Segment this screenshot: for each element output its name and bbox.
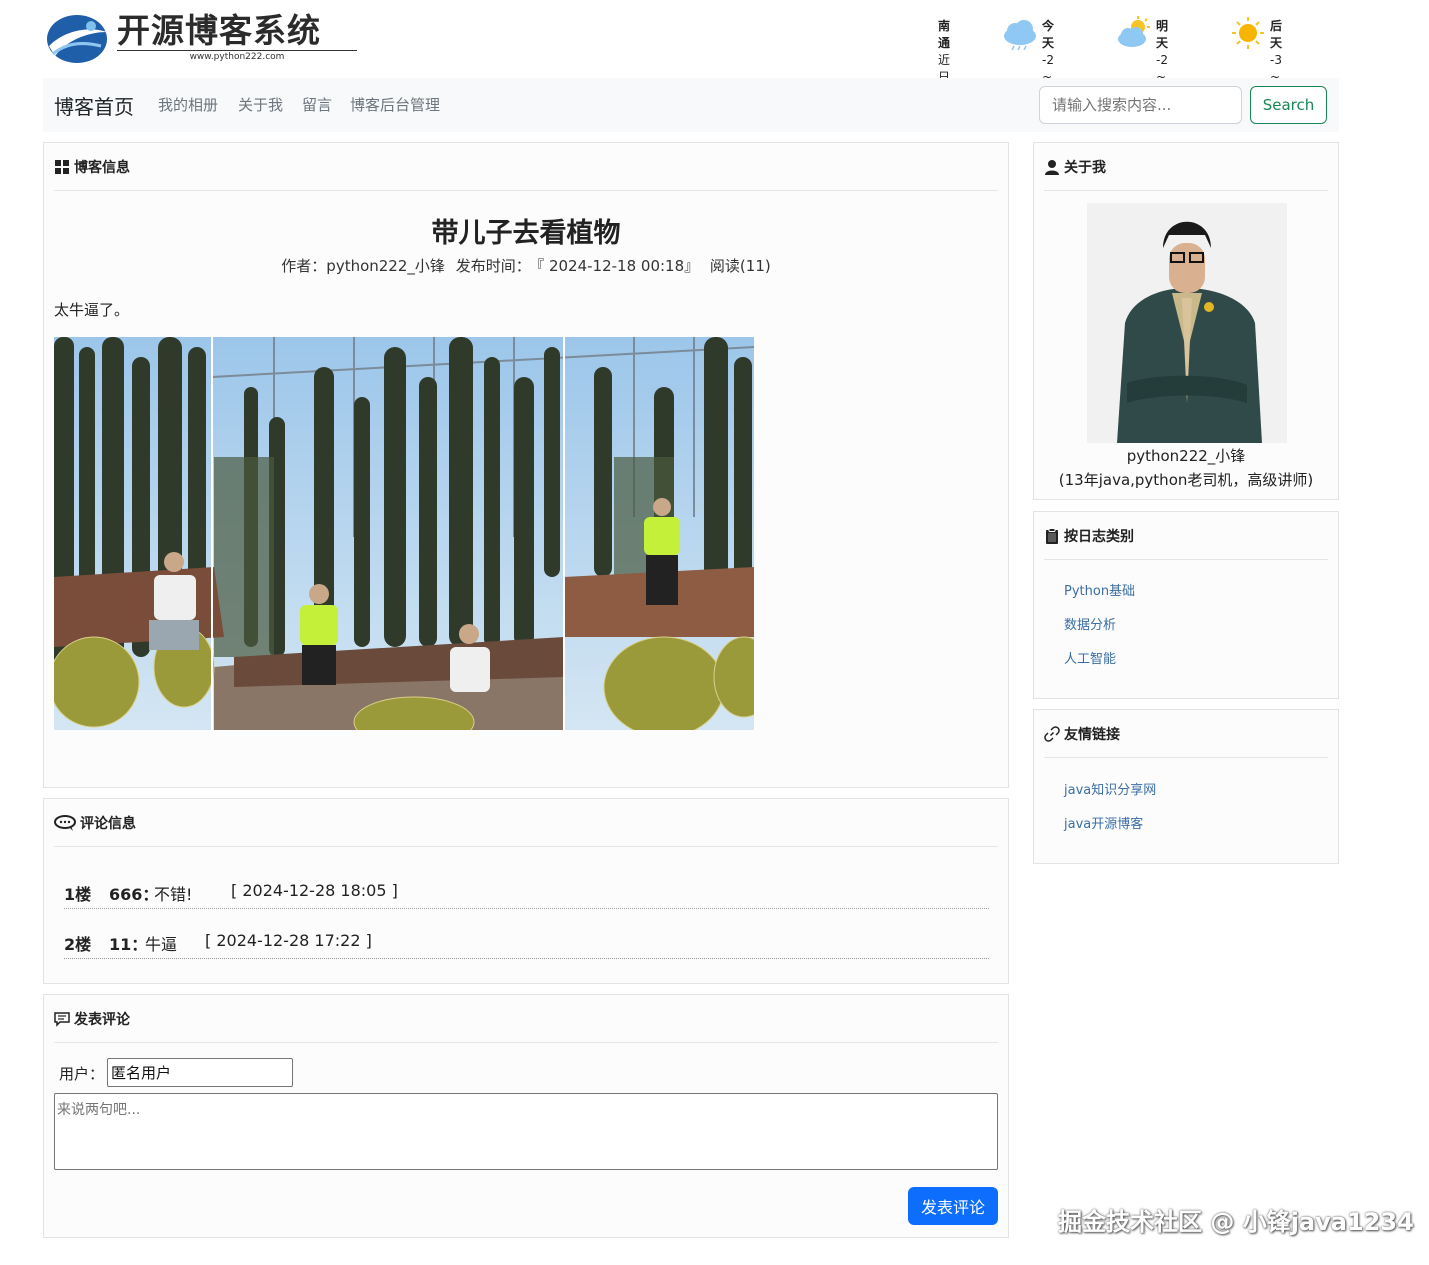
time-label: 发布时间： <box>455 257 531 275</box>
comment-text: 不错! <box>154 885 193 904</box>
cloudy-icon <box>1004 20 1036 50</box>
nav-link-admin[interactable]: 博客后台管理 <box>350 94 440 115</box>
logo-text: 开源博客系统 <box>117 11 321 50</box>
comment-floor: 1楼 <box>64 885 92 904</box>
article-photo <box>54 337 754 730</box>
nav-link-about[interactable]: 关于我 <box>238 94 283 115</box>
comments-panel: 评论信息 1楼 666： 不错! [ 2024-12-28 18:05 ] 2楼… <box>43 798 1009 984</box>
search-input[interactable] <box>1039 86 1242 124</box>
categories-panel: 按日志类别 Python基础 数据分析 人工智能 <box>1033 511 1339 699</box>
comment-user: 666： <box>109 885 159 904</box>
submit-comment-button[interactable]: 发表评论 <box>908 1187 998 1225</box>
post-comment-panel-title: 发表评论 <box>74 1012 130 1028</box>
comments-panel-header: 评论信息 <box>54 799 998 847</box>
article-time: 『 2024-12-18 00:18』 <box>536 257 700 275</box>
about-panel-header: 关于我 <box>1044 143 1328 191</box>
author-avatar <box>1087 203 1287 443</box>
search-button[interactable]: Search <box>1250 86 1327 124</box>
partly-cloudy-icon <box>1118 16 1150 47</box>
article-panel-header: 博客信息 <box>54 143 998 191</box>
comment-row: 2楼 11： 牛逼 [ 2024-12-28 17:22 ] <box>64 909 989 959</box>
comment-time: [ 2024-12-28 17:22 ] <box>205 931 372 950</box>
comment-text: 牛逼 <box>145 935 178 954</box>
author-description: (13年java,python老司机，高级讲师) <box>1058 471 1314 489</box>
category-link[interactable]: Python基础 <box>1064 580 1135 599</box>
friend-links-panel: 友情链接 java知识分享网 java开源博客 <box>1033 709 1339 864</box>
friend-links-panel-title: 友情链接 <box>1064 727 1120 743</box>
category-link[interactable]: 人工智能 <box>1064 648 1116 667</box>
chat-bubbles-icon <box>54 815 76 831</box>
friend-link[interactable]: java开源博客 <box>1064 813 1143 832</box>
nav-link-message[interactable]: 留言 <box>302 94 332 115</box>
article-reads: 阅读(11) <box>709 257 771 275</box>
logo-url: www.python222.com <box>117 50 357 62</box>
categories-panel-header: 按日志类别 <box>1044 512 1328 560</box>
watermark-text: 掘金技术社区 @ 小锋java1234 <box>1058 1208 1414 1236</box>
sunny-icon <box>1232 17 1264 49</box>
post-comment-panel: 发表评论 用户： 发表评论 <box>43 994 1009 1238</box>
author-label: 作者： <box>281 257 327 275</box>
categories-panel-title: 按日志类别 <box>1064 529 1134 545</box>
comment-floor: 2楼 <box>64 935 92 954</box>
nav-link-album[interactable]: 我的相册 <box>158 94 218 115</box>
author-portrait-image <box>1087 203 1287 443</box>
nav-brand-home[interactable]: 博客首页 <box>54 91 134 120</box>
comment-row: 1楼 666： 不错! [ 2024-12-28 18:05 ] <box>64 859 989 909</box>
article-author: python222_小锋 <box>326 257 445 275</box>
weather-day-label: 后天 <box>1270 19 1283 50</box>
logo-globe-icon <box>47 15 107 63</box>
article-panel-title: 博客信息 <box>74 160 130 176</box>
clipboard-icon <box>1046 528 1058 544</box>
about-panel: 关于我 python222_小锋 (13年java,python老司机，高级讲师… <box>1033 142 1339 500</box>
user-icon <box>1045 160 1059 175</box>
category-link[interactable]: 数据分析 <box>1064 614 1116 633</box>
link-icon <box>1044 726 1060 742</box>
user-name-field[interactable] <box>107 1058 293 1087</box>
article-meta: 作者：python222_小锋 发布时间： 『 2024-12-18 00:18』… <box>44 255 1008 276</box>
weather-day-label: 明天 <box>1156 19 1169 50</box>
cactus-photo-image <box>54 337 754 730</box>
comment-icon <box>54 1012 70 1027</box>
comment-time: [ 2024-12-28 18:05 ] <box>231 881 398 900</box>
article-title: 带儿子去看植物 <box>431 218 621 249</box>
post-comment-panel-header: 发表评论 <box>54 995 998 1043</box>
friend-link[interactable]: java知识分享网 <box>1064 779 1156 798</box>
user-label: 用户： <box>59 1065 105 1083</box>
about-panel-title: 关于我 <box>1064 160 1106 176</box>
site-logo[interactable]: 开源博客系统 www.python222.com <box>45 10 365 66</box>
grid-icon <box>55 160 69 174</box>
weather-city-name: 南通 <box>938 19 951 50</box>
author-name: python222_小锋 <box>1126 447 1246 465</box>
article-panel: 博客信息 带儿子去看植物 作者：python222_小锋 发布时间： 『 2024… <box>43 142 1009 788</box>
friend-links-panel-header: 友情链接 <box>1044 710 1328 758</box>
comment-textarea[interactable] <box>54 1093 998 1170</box>
article-body: 太牛逼了。 <box>54 301 130 319</box>
comment-user: 11： <box>109 935 148 954</box>
comments-panel-title: 评论信息 <box>80 816 136 832</box>
weather-day-label: 今天 <box>1042 19 1055 50</box>
main-navbar: 博客首页 我的相册 关于我 留言 博客后台管理 Search <box>43 78 1339 132</box>
